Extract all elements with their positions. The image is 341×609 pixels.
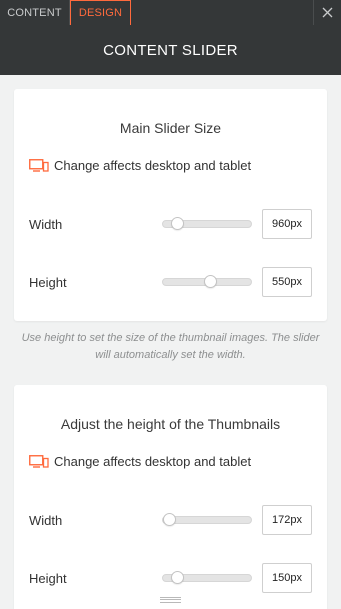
close-icon xyxy=(322,7,333,18)
slider-knob[interactable] xyxy=(163,513,176,526)
close-button[interactable] xyxy=(313,0,341,25)
slider-knob[interactable] xyxy=(171,571,184,584)
thumbnail-width-slider[interactable] xyxy=(162,513,252,526)
top-tab-bar: CONTENT DESIGN xyxy=(0,0,341,25)
main-slider-size-card: Main Slider Size Change affects desktop … xyxy=(14,89,327,321)
thumbnail-hint-text: Use height to set the size of the thumbn… xyxy=(21,332,320,361)
tab-content[interactable]: CONTENT xyxy=(0,0,70,25)
slider-knob[interactable] xyxy=(204,275,217,288)
thumbnail-height-card: Adjust the height of the Thumbnails Chan… xyxy=(14,385,327,609)
devices-icon xyxy=(29,455,49,468)
device-notice-text: Change affects desktop and tablet xyxy=(54,158,252,173)
tab-design[interactable]: DESIGN xyxy=(70,0,131,25)
width-slider[interactable] xyxy=(162,217,252,230)
thumbnail-height-slider[interactable] xyxy=(162,571,252,584)
resize-grip[interactable] xyxy=(160,597,181,603)
device-notice-text: Change affects desktop and tablet xyxy=(54,454,252,469)
height-value-input[interactable]: 550px xyxy=(262,267,312,297)
card-title: Main Slider Size xyxy=(119,120,222,136)
card-title: Adjust the height of the Thumbnails xyxy=(60,416,281,432)
thumbnail-width-label: Width xyxy=(29,513,63,528)
devices-icon xyxy=(29,159,49,172)
panel-title: CONTENT SLIDER xyxy=(103,41,238,59)
slider-knob[interactable] xyxy=(171,217,184,230)
device-notice: Change affects desktop and tablet xyxy=(29,454,251,469)
panel-header: CONTENT SLIDER xyxy=(0,25,341,75)
thumbnail-height-value-input[interactable]: 150px xyxy=(262,563,312,593)
device-notice: Change affects desktop and tablet xyxy=(29,158,251,173)
tab-bar-spacer xyxy=(131,0,313,25)
height-label: Height xyxy=(29,275,67,290)
height-slider[interactable] xyxy=(162,275,252,288)
width-label: Width xyxy=(29,217,63,232)
thumbnail-width-value-input[interactable]: 172px xyxy=(262,505,312,535)
width-value-input[interactable]: 960px xyxy=(262,209,312,239)
thumbnail-height-label: Height xyxy=(29,571,67,586)
